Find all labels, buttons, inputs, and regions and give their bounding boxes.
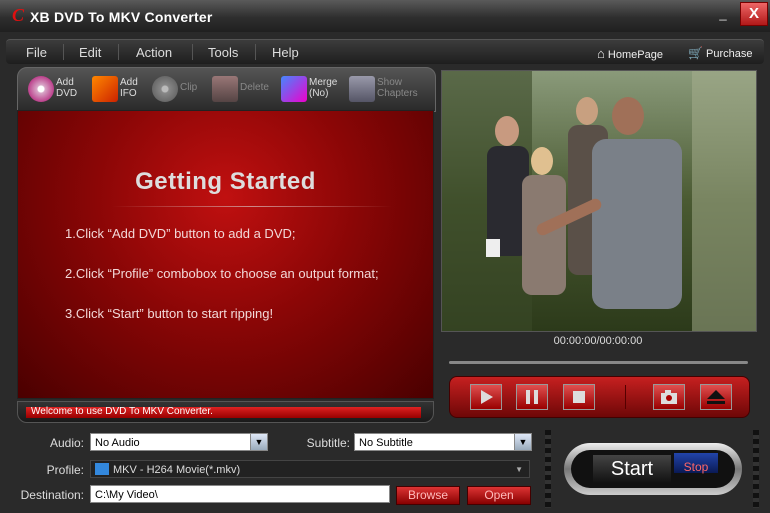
grille-decoration-right	[753, 430, 759, 508]
subtitle-label: Subtitle:	[306, 436, 350, 450]
menu-edit[interactable]: Edit	[79, 45, 101, 60]
destination-field[interactable]: C:\My Video\	[90, 485, 390, 503]
play-icon	[481, 390, 493, 404]
step-1: 1.Click “Add DVD” button to add a DVD;	[65, 226, 296, 241]
open-button[interactable]: Open	[467, 486, 531, 505]
chevron-down-icon: ▼	[514, 434, 531, 450]
eject-icon	[707, 390, 725, 404]
show-chapters-button[interactable]: Show Chapters	[349, 74, 429, 108]
menu-file[interactable]: File	[26, 45, 47, 60]
video-preview	[441, 70, 757, 332]
stop-playback-button[interactable]	[563, 384, 595, 410]
stop-icon	[573, 391, 585, 403]
window-title: XB DVD To MKV Converter	[30, 9, 213, 25]
close-button[interactable]: X	[740, 2, 768, 26]
main-window: C XB DVD To MKV Converter _ X File Edit …	[0, 0, 770, 513]
minimize-button[interactable]: _	[712, 6, 734, 24]
cart-icon: 🛒	[688, 46, 703, 60]
title-bar: C XB DVD To MKV Converter _ X	[0, 0, 770, 32]
browse-button[interactable]: Browse	[396, 486, 460, 505]
play-button[interactable]	[470, 384, 502, 410]
audio-select[interactable]: No Audio ▼	[90, 433, 268, 451]
subtitle-value: No Subtitle	[359, 437, 413, 449]
getting-started-panel: Getting Started 1.Click “Add DVD” button…	[17, 110, 434, 399]
delete-button[interactable]: Delete	[212, 74, 272, 108]
start-stop-frame: Start Stop	[564, 443, 742, 495]
profile-value: MKV - H264 Movie(*.mkv)	[113, 464, 241, 476]
home-icon: ⌂	[597, 46, 605, 61]
audio-value: No Audio	[95, 437, 140, 449]
menu-help[interactable]: Help	[272, 45, 299, 60]
menu-divider	[255, 44, 256, 60]
add-dvd-button[interactable]: Add DVD	[28, 74, 88, 108]
merge-label: Merge (No)	[309, 77, 338, 99]
destination-label: Destination:	[20, 488, 84, 502]
menu-divider	[63, 44, 64, 60]
step-2: 2.Click “Profile” combobox to choose an …	[65, 266, 379, 281]
eject-button[interactable]	[700, 384, 732, 410]
show-chapters-label: Show Chapters	[377, 77, 418, 99]
player-controls	[449, 376, 750, 418]
delete-label: Delete	[240, 82, 269, 93]
subtitle-select[interactable]: No Subtitle ▼	[354, 433, 532, 451]
start-button[interactable]: Start	[593, 455, 671, 483]
seek-bar[interactable]	[449, 361, 748, 364]
clip-icon	[152, 76, 178, 102]
add-dvd-label: Add DVD	[56, 77, 78, 99]
add-ifo-label: Add IFO	[120, 77, 138, 99]
camera-icon	[661, 390, 677, 404]
controls-divider	[625, 385, 626, 409]
ifo-icon	[92, 76, 118, 102]
start-stop-inner: Start Stop	[571, 450, 735, 488]
merge-button[interactable]: Merge (No)	[281, 74, 343, 108]
heading-underline	[112, 206, 392, 207]
toolbar: Add DVD Add IFO Clip Delete Merge (No) Show…	[17, 67, 436, 112]
chevron-down-icon: ▼	[250, 434, 267, 450]
merge-icon	[281, 76, 307, 102]
stop-button[interactable]: Stop	[674, 453, 718, 474]
homepage-link[interactable]: ⌂ HomePage	[597, 46, 663, 61]
menu-tools[interactable]: Tools	[208, 45, 238, 60]
add-ifo-button[interactable]: Add IFO	[92, 74, 147, 108]
status-bar: Welcome to use DVD To MKV Converter.	[17, 401, 434, 423]
grille-decoration-left	[545, 430, 551, 508]
status-text: Welcome to use DVD To MKV Converter.	[31, 406, 213, 417]
film-icon	[95, 463, 109, 475]
chevron-down-icon: ▼	[515, 465, 523, 474]
delete-icon	[212, 76, 238, 102]
menu-action[interactable]: Action	[136, 45, 172, 60]
dvd-icon	[28, 76, 54, 102]
step-3: 3.Click “Start” button to start ripping!	[65, 306, 274, 321]
chapters-icon	[349, 76, 375, 102]
clip-label: Clip	[180, 82, 198, 93]
app-logo: C	[12, 5, 25, 25]
getting-started-heading: Getting Started	[135, 168, 316, 195]
clip-button[interactable]: Clip	[152, 74, 204, 108]
purchase-label: Purchase	[706, 48, 753, 60]
purchase-link[interactable]: 🛒 Purchase	[688, 46, 753, 60]
pause-button[interactable]	[516, 384, 548, 410]
time-display: 00:00:00/00:00:00	[553, 335, 643, 347]
snapshot-button[interactable]	[653, 384, 685, 410]
menu-divider	[118, 44, 119, 60]
profile-label: Profile:	[46, 463, 84, 477]
audio-label: Audio:	[49, 436, 84, 450]
homepage-label: HomePage	[607, 49, 663, 61]
profile-select[interactable]: MKV - H264 Movie(*.mkv) ▼	[90, 460, 530, 478]
preview-image	[442, 71, 756, 331]
pause-icon	[526, 390, 538, 404]
menu-divider	[192, 44, 193, 60]
